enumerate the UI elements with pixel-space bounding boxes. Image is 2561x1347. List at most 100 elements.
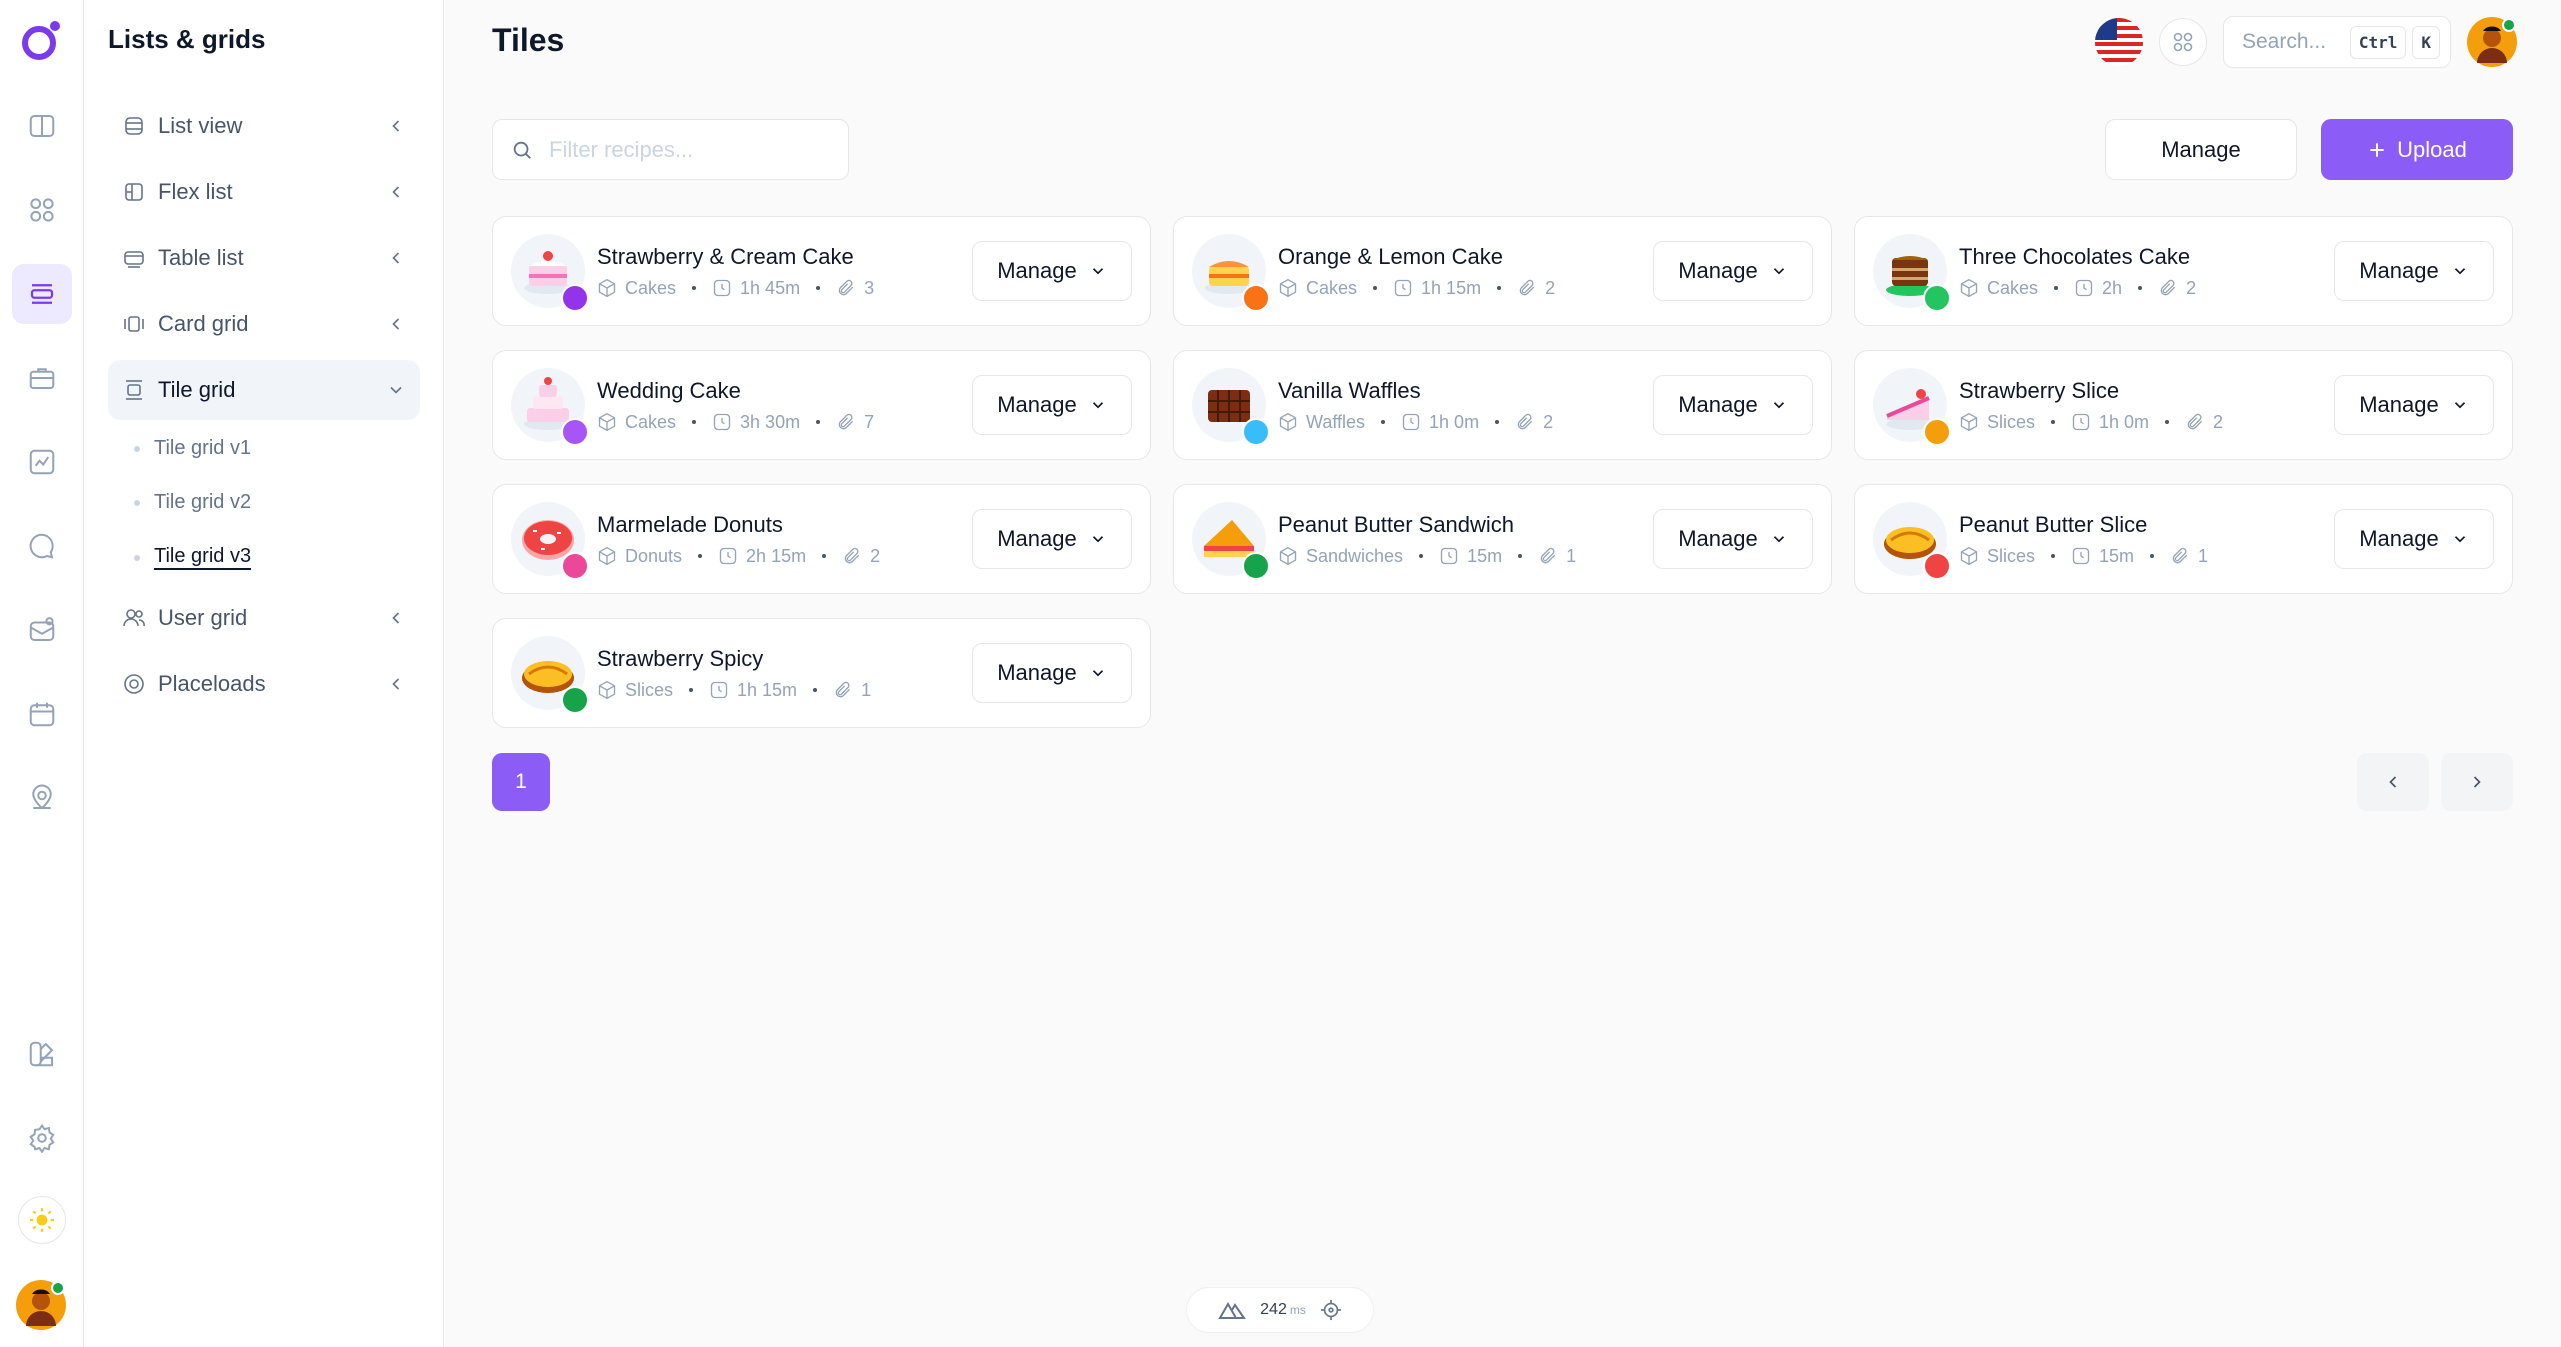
recipe-tile[interactable]: Peanut Butter Slice Slices 15m 1 Manage: [1854, 484, 2513, 594]
recipe-name: Peanut Butter Slice: [1959, 511, 2148, 537]
tile-manage-dropdown[interactable]: Manage: [2334, 375, 2494, 435]
recipe-attachments: 2: [2213, 411, 2224, 432]
manage-label: Manage: [1678, 258, 1758, 283]
users-icon: [123, 609, 145, 627]
sidebar-item-placeloads[interactable]: Placeloads: [108, 654, 420, 714]
palette-icon[interactable]: [12, 1024, 72, 1084]
flex-list-icon: [125, 183, 143, 201]
manage-label: Manage: [1678, 526, 1758, 551]
recipe-tile[interactable]: Marmelade Donuts Donuts 2h 15m 2 Manage: [492, 484, 1151, 594]
nuxt-logo-icon: [1218, 1301, 1247, 1319]
pagination-next-button[interactable]: [2441, 753, 2513, 811]
tile-manage-dropdown[interactable]: Manage: [972, 375, 1132, 435]
tile-manage-dropdown[interactable]: Manage: [972, 509, 1132, 569]
pagination-page-1[interactable]: 1: [492, 753, 550, 811]
recipe-time: 1h 45m: [740, 277, 801, 298]
upload-button[interactable]: Upload: [2321, 119, 2513, 180]
chat-icon[interactable]: [12, 516, 72, 576]
pagination-prev-button[interactable]: [2357, 753, 2429, 811]
recipe-tile[interactable]: Vanilla Waffles Waffles 1h 0m 2 Manage: [1173, 350, 1832, 460]
recipe-image: [1192, 502, 1270, 580]
manage-label: Manage: [2359, 392, 2439, 417]
recipe-tile[interactable]: Strawberry Slice Slices 1h 0m 2 Manage: [1854, 350, 2513, 460]
separator-dot: [1381, 420, 1386, 424]
sidebar-item-flex-list[interactable]: Flex list: [108, 162, 420, 222]
author-avatar: [1923, 284, 1951, 312]
theme-toggle-sun-icon[interactable]: [18, 1196, 66, 1244]
recipe-tile[interactable]: Wedding Cake Cakes 3h 30m 7 Manage: [492, 350, 1151, 460]
separator-dot: [2051, 554, 2056, 558]
tile-manage-dropdown[interactable]: Manage: [972, 241, 1132, 301]
calendar-icon[interactable]: [12, 684, 72, 744]
recipe-tile[interactable]: Peanut Butter Sandwich Sandwiches 15m 1 Mana…: [1173, 484, 1832, 594]
sidebar-subitem-tile-grid-v2[interactable]: Tile grid v2: [134, 491, 251, 514]
filter-recipes-field[interactable]: [492, 119, 849, 180]
profile-avatar[interactable]: [2467, 17, 2517, 67]
sidebar-item-table-list[interactable]: Table list: [108, 228, 420, 288]
sidebar-item-label: Tile grid: [158, 377, 236, 402]
subitem-label: Tile grid v1: [154, 437, 252, 459]
separator-dot: [816, 286, 821, 290]
mail-icon[interactable]: [12, 600, 72, 660]
chevron-left-icon: [392, 318, 400, 330]
tile-manage-dropdown[interactable]: Manage: [972, 643, 1132, 703]
sidebar-item-list-view[interactable]: List view: [108, 96, 420, 156]
filter-recipes-input[interactable]: [549, 136, 829, 163]
category-box-icon: [598, 680, 616, 700]
sidebar-toggle-icon[interactable]: [12, 96, 72, 156]
sidebar-item-tile-grid[interactable]: Tile grid: [108, 360, 420, 420]
global-search-button[interactable]: Search... Ctrl K: [2223, 16, 2451, 68]
chevron-down-icon: [1092, 402, 1103, 409]
recipe-tile[interactable]: Strawberry & Cream Cake Cakes 1h 45m 3 Manag…: [492, 216, 1151, 326]
sidebar-item-user-grid[interactable]: User grid: [108, 588, 420, 648]
recipe-category: Slices: [1987, 411, 2036, 432]
recipe-name: Marmelade Donuts: [597, 511, 783, 537]
clock-icon: [1394, 279, 1412, 297]
chevron-left-icon: [392, 252, 400, 264]
sidebar-item-card-grid[interactable]: Card grid: [108, 294, 420, 354]
devtools-perf-badge[interactable]: 242 ms: [1186, 1287, 1374, 1333]
apps-grid-icon[interactable]: [2159, 18, 2207, 66]
recipe-name: Strawberry & Cream Cake: [597, 243, 854, 269]
tile-manage-dropdown[interactable]: Manage: [2334, 241, 2494, 301]
search-icon: [513, 141, 531, 159]
recipe-tile[interactable]: Orange & Lemon Cake Cakes 1h 15m 2 Manage: [1173, 216, 1832, 326]
recipe-name: Wedding Cake: [597, 377, 741, 403]
recipe-tile[interactable]: Strawberry Spicy Slices 1h 15m 1 Manage: [492, 618, 1151, 728]
recipe-meta: Cakes 2h 2: [1959, 278, 2334, 299]
recipe-image: [1192, 234, 1270, 312]
manage-button[interactable]: Manage: [2105, 119, 2297, 180]
sidebar-subitem-tile-grid-v3[interactable]: Tile grid v3: [134, 545, 252, 570]
category-box-icon: [1960, 546, 1978, 566]
settings-gear-icon[interactable]: [12, 1108, 72, 1168]
separator-dot: [698, 554, 703, 558]
author-avatar: [561, 418, 589, 446]
briefcase-icon[interactable]: [12, 348, 72, 408]
map-pin-icon[interactable]: [12, 768, 72, 828]
clock-icon: [2072, 547, 2090, 565]
separator-dot: [1373, 286, 1378, 290]
recipe-attachments: 3: [864, 277, 875, 298]
app-logo-icon[interactable]: [18, 18, 64, 64]
chevron-down-icon: [1773, 536, 1784, 543]
tile-manage-dropdown[interactable]: Manage: [1653, 241, 1813, 301]
user-avatar[interactable]: [16, 1280, 66, 1330]
dashboard-icon[interactable]: [12, 180, 72, 240]
recipe-name: Peanut Butter Sandwich: [1278, 511, 1515, 537]
recipe-category: Waffles: [1306, 411, 1366, 432]
chevron-down-icon: [1092, 536, 1103, 543]
recipe-tile[interactable]: Three Chocolates Cake Cakes 2h 2 Manage: [1854, 216, 2513, 326]
clock-icon: [2072, 413, 2090, 431]
us-flag-language-icon[interactable]: [2095, 18, 2143, 66]
paperclip-icon: [838, 279, 854, 296]
lists-icon[interactable]: [12, 264, 72, 324]
tile-manage-dropdown[interactable]: Manage: [1653, 509, 1813, 569]
recipe-time: 3h 30m: [740, 411, 801, 432]
tile-manage-dropdown[interactable]: Manage: [1653, 375, 1813, 435]
sidebar-title: Lists & grids: [108, 24, 266, 54]
chevron-left-icon: [392, 612, 400, 624]
tile-manage-dropdown[interactable]: Manage: [2334, 509, 2494, 569]
sidebar-subitem-tile-grid-v1[interactable]: Tile grid v1: [134, 437, 251, 460]
chart-icon[interactable]: [12, 432, 72, 492]
chevron-down-icon: [2454, 402, 2465, 409]
